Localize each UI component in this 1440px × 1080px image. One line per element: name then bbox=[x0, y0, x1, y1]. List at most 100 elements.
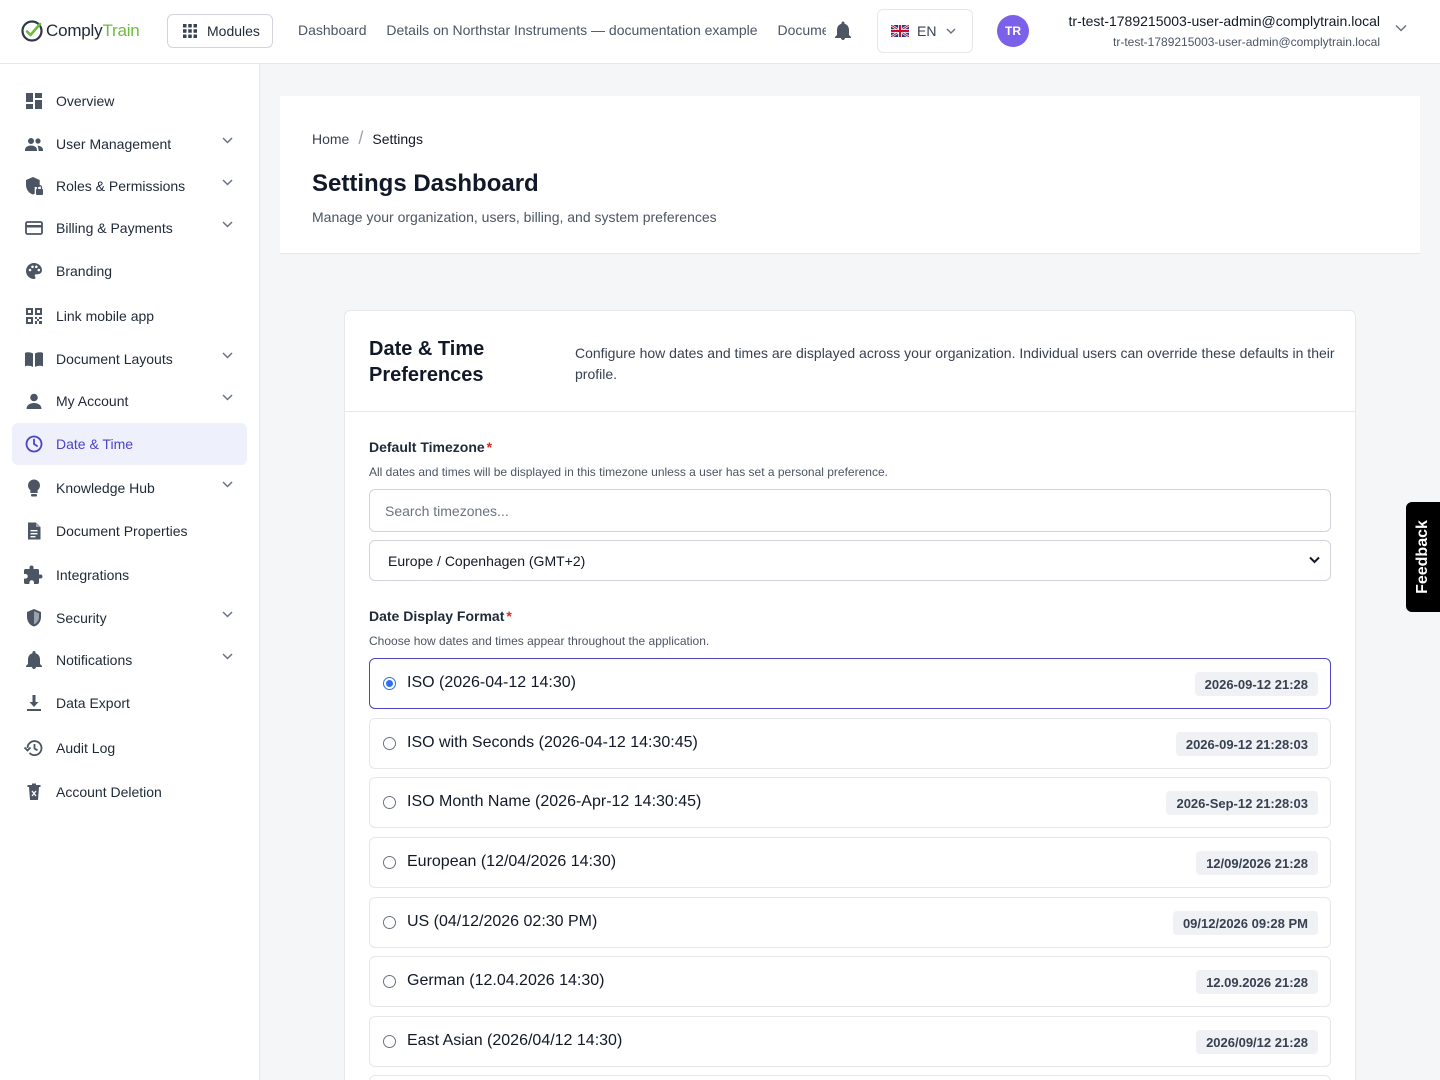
chevron-down-icon bbox=[222, 481, 233, 488]
radio-button[interactable] bbox=[383, 916, 396, 929]
format-option-next[interactable] bbox=[369, 1075, 1331, 1080]
puzzle-icon bbox=[24, 565, 44, 585]
format-option-iso[interactable]: ISO (2026-04-12 14:30) 2026-09-12 21:28 bbox=[369, 658, 1331, 709]
format-option-label: German (12.04.2026 14:30) bbox=[407, 972, 605, 989]
required-mark: * bbox=[486, 439, 493, 455]
modules-button[interactable]: Modules bbox=[167, 14, 273, 48]
user-name[interactable]: tr-test-1789215003-user-admin@complytrai… bbox=[1069, 13, 1380, 29]
format-option-iso-month-name[interactable]: ISO Month Name (2026-Apr-12 14:30:45) 20… bbox=[369, 777, 1331, 828]
card-title: Date & Time Preferences bbox=[369, 338, 485, 386]
timezone-selected-value: Europe / Copenhagen (GMT+2) bbox=[388, 552, 586, 569]
format-preview-badge: 2026-09-12 21:28 bbox=[1194, 672, 1318, 696]
sidebar-item-security[interactable]: Security bbox=[12, 597, 247, 639]
breadcrumb: Home / Settings bbox=[312, 128, 423, 149]
chevron-down-icon bbox=[222, 179, 233, 186]
person-icon bbox=[24, 391, 44, 411]
sidebar-item-label: Billing & Payments bbox=[56, 220, 173, 236]
dashboard-icon bbox=[24, 91, 44, 111]
format-preview-badge: 2026-09-12 21:28:03 bbox=[1175, 732, 1318, 756]
sidebar-item-link-mobile-app[interactable]: Link mobile app bbox=[12, 295, 247, 337]
user-email: tr-test-1789215003-user-admin@complytrai… bbox=[1113, 35, 1380, 49]
grid-icon bbox=[183, 24, 197, 38]
format-option-east-asian[interactable]: East Asian (2026/04/12 14:30) 2026/09/12… bbox=[369, 1016, 1331, 1067]
sidebar-item-billing-payments[interactable]: Billing & Payments bbox=[12, 207, 247, 249]
chevron-down-icon bbox=[1309, 556, 1320, 564]
page-subtitle: Manage your organization, users, billing… bbox=[312, 209, 717, 225]
sidebar-item-label: Integrations bbox=[56, 567, 130, 583]
date-format-help: Choose how dates and times appear throug… bbox=[369, 634, 710, 648]
qr-code-icon bbox=[24, 306, 44, 326]
sidebar-item-label: Account Deletion bbox=[56, 784, 162, 800]
timezone-help: All dates and times will be displayed in… bbox=[369, 465, 888, 479]
format-option-label: ISO Month Name (2026-Apr-12 14:30:45) bbox=[407, 793, 702, 810]
sidebar-item-overview[interactable]: Overview bbox=[12, 80, 247, 122]
sidebar-item-document-properties[interactable]: Document Properties bbox=[12, 510, 247, 552]
format-option-us[interactable]: US (04/12/2026 02:30 PM) 09/12/2026 09:2… bbox=[369, 897, 1331, 948]
sidebar-item-label: Notifications bbox=[56, 652, 133, 668]
brand-logo[interactable]: ComplyTrain bbox=[20, 18, 140, 44]
format-option-german[interactable]: German (12.04.2026 14:30) 12.09.2026 21:… bbox=[369, 956, 1331, 1007]
nav-documents-link[interactable]: Documents bbox=[777, 22, 826, 38]
breadcrumb-current: Settings bbox=[372, 130, 423, 147]
radio-button[interactable] bbox=[383, 796, 396, 809]
sidebar-item-data-export[interactable]: Data Export bbox=[12, 682, 247, 724]
timezone-search-input[interactable] bbox=[369, 489, 1331, 532]
breadcrumb-separator: / bbox=[358, 128, 364, 148]
notifications-bell-icon[interactable] bbox=[834, 21, 852, 41]
format-option-label: ISO with Seconds (2026-04-12 14:30:45) bbox=[407, 734, 698, 751]
nav-dashboard-link[interactable]: Dashboard bbox=[298, 22, 367, 38]
timezone-label: Default Timezone * bbox=[369, 439, 493, 455]
book-icon bbox=[24, 349, 44, 369]
chevron-down-icon bbox=[222, 137, 233, 144]
sidebar-item-notifications[interactable]: Notifications bbox=[12, 639, 247, 681]
chevron-down-icon bbox=[222, 653, 233, 660]
nav-details-link[interactable]: Details on Northstar Instruments — docum… bbox=[386, 22, 757, 38]
radio-button[interactable] bbox=[383, 1035, 396, 1048]
clock-icon bbox=[24, 434, 44, 454]
user-avatar[interactable]: TR bbox=[997, 15, 1029, 47]
format-option-iso-seconds[interactable]: ISO with Seconds (2026-04-12 14:30:45) 2… bbox=[369, 718, 1331, 769]
sidebar-item-roles-permissions[interactable]: Roles & Permissions bbox=[12, 165, 247, 207]
sidebar-item-label: Overview bbox=[56, 93, 115, 109]
uk-flag-icon bbox=[891, 25, 909, 37]
page-title: Settings Dashboard bbox=[312, 170, 539, 197]
feedback-tab[interactable]: Feedback bbox=[1406, 502, 1440, 612]
date-format-label: Date Display Format * bbox=[369, 608, 512, 624]
sidebar-item-user-management[interactable]: User Management bbox=[12, 123, 247, 165]
sidebar-item-knowledge-hub[interactable]: Knowledge Hub bbox=[12, 467, 247, 509]
trash-icon bbox=[24, 782, 44, 802]
chevron-down-icon bbox=[222, 611, 233, 618]
credit-card-icon bbox=[24, 218, 44, 238]
sidebar-item-my-account[interactable]: My Account bbox=[12, 380, 247, 422]
sidebar-item-label: Audit Log bbox=[56, 740, 116, 756]
user-menu-chevron-icon[interactable] bbox=[1395, 24, 1407, 32]
sidebar-item-label: Roles & Permissions bbox=[56, 178, 186, 194]
shield-icon bbox=[24, 608, 44, 628]
lightbulb-icon bbox=[24, 478, 44, 498]
format-option-label: US (04/12/2026 02:30 PM) bbox=[407, 913, 598, 930]
radio-button[interactable] bbox=[383, 975, 396, 988]
date-time-card: Date & Time Preferences Configure how da… bbox=[344, 310, 1356, 1080]
sidebar-item-document-layouts[interactable]: Document Layouts bbox=[12, 338, 247, 380]
radio-button[interactable] bbox=[383, 677, 396, 690]
sidebar-item-integrations[interactable]: Integrations bbox=[12, 554, 247, 596]
sidebar-item-label: Document Properties bbox=[56, 523, 188, 539]
sidebar-item-account-deletion[interactable]: Account Deletion bbox=[12, 771, 247, 813]
format-preview-badge: 2026/09/12 21:28 bbox=[1196, 1030, 1318, 1054]
sidebar-item-branding[interactable]: Branding bbox=[12, 250, 247, 292]
format-option-european[interactable]: European (12/04/2026 14:30) 12/09/2026 2… bbox=[369, 837, 1331, 888]
radio-button[interactable] bbox=[383, 737, 396, 750]
timezone-select[interactable]: Europe / Copenhagen (GMT+2) bbox=[369, 540, 1331, 581]
chevron-down-icon bbox=[946, 28, 956, 34]
feedback-label: Feedback bbox=[1414, 520, 1431, 594]
download-icon bbox=[24, 693, 44, 713]
sidebar-item-date-time[interactable]: Date & Time bbox=[12, 423, 247, 465]
format-preview-badge: 09/12/2026 09:28 PM bbox=[1172, 911, 1318, 935]
sidebar-item-label: Link mobile app bbox=[56, 308, 155, 324]
format-option-label: ISO (2026-04-12 14:30) bbox=[407, 674, 576, 691]
language-selector[interactable]: EN bbox=[877, 9, 973, 53]
format-option-label: European (12/04/2026 14:30) bbox=[407, 853, 617, 870]
radio-button[interactable] bbox=[383, 856, 396, 869]
breadcrumb-home-link[interactable]: Home bbox=[312, 131, 349, 147]
sidebar-item-audit-log[interactable]: Audit Log bbox=[12, 727, 247, 769]
